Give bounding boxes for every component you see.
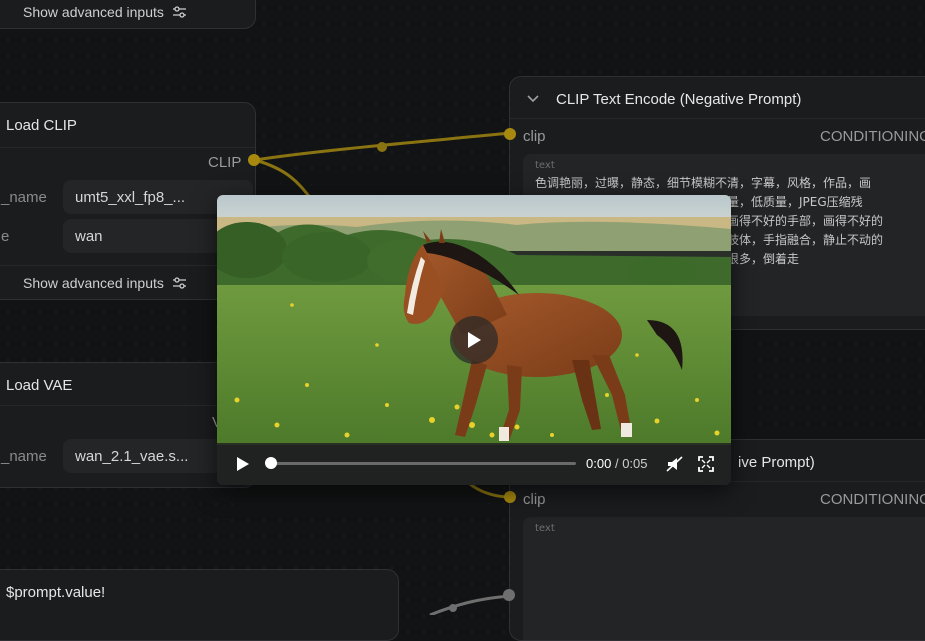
sliders-icon: [172, 277, 186, 289]
big-play-button[interactable]: [450, 316, 498, 364]
show-advanced-inputs-label: Show advanced inputs: [23, 4, 164, 20]
positive-prompt-textarea[interactable]: text: [523, 517, 925, 640]
conditioning-output-label: CONDITIONING: [820, 128, 925, 145]
clip-output-port[interactable]: [248, 154, 260, 166]
sliders-icon: [172, 6, 186, 18]
time-separator: /: [614, 456, 619, 471]
play-icon[interactable]: [235, 456, 251, 472]
conditioning-output-label: CONDITIONING: [820, 491, 925, 508]
node-prompt[interactable]: $prompt.value!: [0, 569, 399, 641]
gray-input-port[interactable]: [503, 589, 515, 601]
clip-wire-down: [254, 158, 314, 201]
node-title: Load CLIP: [6, 117, 77, 134]
mute-icon[interactable]: [666, 456, 684, 472]
type-label: e: [1, 228, 10, 245]
wire-reroute-dot[interactable]: [377, 142, 387, 152]
play-icon: [468, 332, 481, 348]
current-time: 0:00: [586, 456, 612, 471]
seek-track[interactable]: [269, 462, 576, 465]
node-divider: [510, 118, 925, 119]
positive-clip-input-port[interactable]: [504, 491, 516, 503]
video-controls-bar: 0:00 / 0:05: [217, 443, 731, 485]
gray-wire: [429, 594, 511, 615]
gray-wire-dot[interactable]: [449, 604, 457, 612]
node-title: ive Prompt): [738, 454, 815, 471]
clip-name-label: _name: [1, 189, 47, 206]
textarea-label: text: [535, 523, 555, 534]
show-advanced-inputs-button[interactable]: Show advanced inputs: [23, 275, 187, 291]
seek-handle[interactable]: [265, 457, 277, 469]
vae-name-label: _name: [1, 448, 47, 465]
fullscreen-icon[interactable]: [698, 456, 714, 472]
chevron-down-icon[interactable]: [526, 94, 540, 104]
show-advanced-inputs-button[interactable]: Show advanced inputs: [23, 4, 187, 20]
textarea-line: 色调艳丽，过曝，静态，细节模糊不清，字幕，风格，作品，画: [535, 176, 872, 190]
node-title: Load VAE: [6, 377, 73, 394]
textarea-label: text: [535, 160, 555, 171]
clip-input-label: clip: [523, 491, 546, 508]
node-divider: [0, 147, 255, 148]
node-title: CLIP Text Encode (Negative Prompt): [556, 91, 802, 108]
clip-output-label: CLIP: [208, 154, 242, 171]
duration: 0:05: [622, 456, 648, 471]
node-top-partial[interactable]: Show advanced inputs: [0, 0, 256, 29]
negative-clip-input-port[interactable]: [504, 128, 516, 140]
time-display: 0:00 / 0:05: [586, 456, 648, 471]
show-advanced-inputs-label: Show advanced inputs: [23, 275, 164, 291]
video-player[interactable]: 0:00 / 0:05: [217, 195, 731, 485]
node-title: $prompt.value!: [6, 584, 106, 601]
clip-input-label: clip: [523, 128, 546, 145]
